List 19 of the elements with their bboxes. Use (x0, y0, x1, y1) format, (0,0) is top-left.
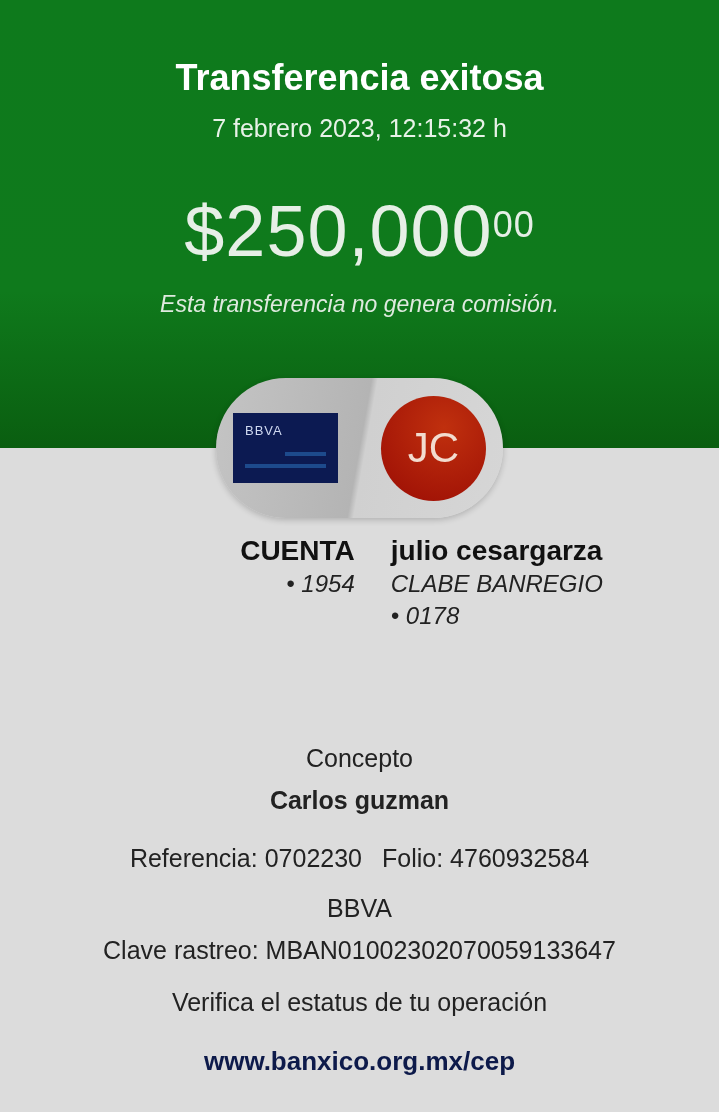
recipient-account: • 0178 (390, 601, 461, 631)
tracking-key: Clave rastreo: MBAN01002302070059133647 (103, 934, 616, 966)
amount: $250,000$^{00}$ (184, 191, 535, 271)
concept-label: Concepto (306, 743, 413, 774)
origin-account: • 1954 (286, 569, 355, 599)
reference: Referencia: 0702230 (129, 843, 362, 874)
folio: Folio: 4760932584 (382, 843, 590, 874)
commission-note: Esta transferencia no genera comisión. (160, 291, 559, 318)
initials-avatar: JC (381, 395, 486, 501)
verify-text: Verifica el estatus de tu operación (171, 987, 548, 1018)
recipient-bank: CLABE BANREGIO (390, 569, 603, 599)
recipient-name: julio cesargarza (390, 534, 603, 568)
origin-label: CUENTA (240, 534, 355, 568)
bank-name: BBVA (327, 893, 392, 924)
banxico-link[interactable]: www.banxico.org.mx/cep (203, 1046, 516, 1077)
concept-value: Carlos guzman (269, 785, 450, 816)
card-brand: BBVA (245, 423, 284, 438)
title: Transferencia exitosa (175, 56, 544, 100)
date-time: 7 febrero 2023, 12:15:32 h (212, 114, 507, 143)
